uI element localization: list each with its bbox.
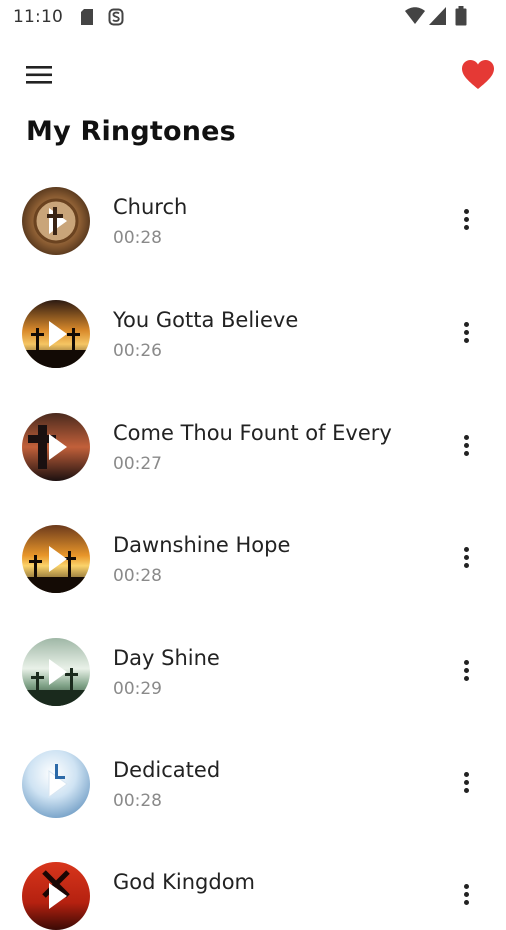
more-options-button[interactable] (455, 429, 479, 465)
ringtone-duration: 00:28 (113, 791, 162, 811)
artwork-thumbnail (22, 638, 90, 706)
more-options-button[interactable] (455, 203, 479, 239)
ringtone-title: God Kingdom (113, 870, 256, 894)
ringtone-duration: 00:29 (113, 679, 162, 699)
more-options-button[interactable] (455, 316, 479, 352)
play-thumbnail-button[interactable] (22, 638, 90, 706)
list-item[interactable]: God Kingdom (0, 0, 506, 930)
artwork-thumbnail (22, 862, 90, 930)
ringtone-duration: 00:27 (113, 454, 162, 474)
play-thumbnail-button[interactable] (22, 300, 90, 368)
ringtone-title: You Gotta Believe (113, 308, 299, 332)
more-vert-icon (464, 435, 469, 440)
artwork-thumbnail (22, 300, 90, 368)
more-options-button[interactable] (455, 766, 479, 802)
more-vert-icon (464, 209, 469, 214)
more-options-button[interactable] (455, 878, 479, 914)
more-vert-icon (464, 884, 469, 889)
more-options-button[interactable] (455, 654, 479, 690)
ringtone-duration: 00:26 (113, 341, 162, 361)
play-thumbnail-button[interactable] (22, 525, 90, 593)
play-thumbnail-button[interactable] (22, 750, 90, 818)
ringtone-title: Day Shine (113, 646, 220, 670)
ringtone-duration: 00:28 (113, 566, 162, 586)
ringtone-title: Church (113, 195, 188, 219)
ringtone-title: Dawnshine Hope (113, 533, 291, 557)
more-vert-icon (464, 322, 469, 327)
play-thumbnail-button[interactable] (22, 862, 90, 930)
play-thumbnail-button[interactable] (22, 413, 90, 481)
more-options-button[interactable] (455, 541, 479, 577)
more-vert-icon (464, 660, 469, 665)
artwork-thumbnail (22, 413, 90, 481)
ringtone-duration: 00:28 (113, 228, 162, 248)
play-thumbnail-button[interactable] (22, 187, 90, 255)
more-vert-icon (464, 547, 469, 552)
artwork-thumbnail (22, 187, 90, 255)
page-title: My Ringtones (26, 116, 236, 147)
artwork-thumbnail (22, 750, 90, 818)
more-vert-icon (464, 772, 469, 777)
artwork-thumbnail (22, 525, 90, 593)
ringtone-title: Dedicated (113, 758, 221, 782)
ringtone-title: Come Thou Fount of Every (113, 421, 392, 445)
